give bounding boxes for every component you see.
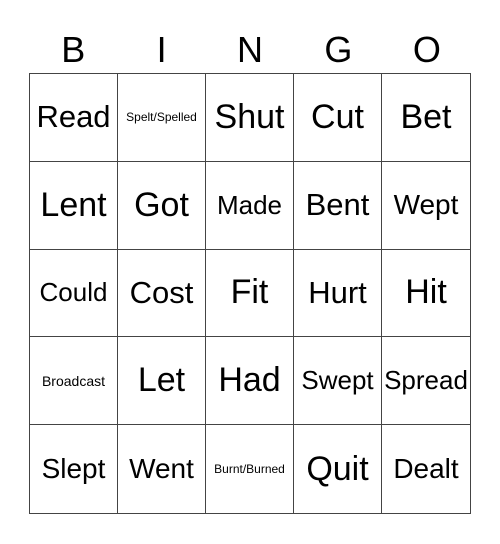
bingo-cell[interactable]: Made xyxy=(206,161,294,250)
bingo-cell[interactable]: Dealt xyxy=(382,425,470,513)
header-letter-o: O xyxy=(412,29,441,70)
bingo-cell[interactable]: Spread xyxy=(382,337,470,426)
bingo-cell[interactable]: Could xyxy=(30,249,118,338)
bingo-cell[interactable]: Hurt xyxy=(294,249,382,338)
bingo-cell[interactable]: Shut xyxy=(206,74,294,162)
bingo-cell[interactable]: Wept xyxy=(382,162,470,250)
header-letter-g: G xyxy=(324,29,353,70)
bingo-cell[interactable]: Bet xyxy=(382,74,470,162)
bingo-cell[interactable]: Had xyxy=(206,337,294,426)
bingo-cell[interactable]: Got xyxy=(118,161,206,250)
bingo-cell[interactable]: Slept xyxy=(30,425,118,513)
bingo-board: Read Spelt/Spelled Shut Cut Bet Lent Got… xyxy=(29,73,471,514)
bingo-cell[interactable]: Cost xyxy=(118,249,206,338)
bingo-cell[interactable]: Spelt/Spelled xyxy=(118,74,206,162)
bingo-cell[interactable]: Lent xyxy=(30,161,118,250)
header-letter-i: I xyxy=(156,29,167,70)
bingo-cell[interactable]: Swept xyxy=(294,337,382,426)
bingo-cell[interactable]: Read xyxy=(30,74,118,162)
bingo-cell[interactable]: Hit xyxy=(382,250,470,338)
bingo-header: B I N G O xyxy=(29,26,471,74)
bingo-cell[interactable]: Cut xyxy=(294,74,382,162)
bingo-cell[interactable]: Went xyxy=(118,425,206,513)
header-letter-n: N xyxy=(237,29,264,70)
bingo-cell[interactable]: Fit xyxy=(206,249,294,338)
bingo-cell[interactable]: Broadcast xyxy=(30,337,118,426)
bingo-cell[interactable]: Quit xyxy=(294,425,382,513)
bingo-cell[interactable]: Burnt/Burned xyxy=(206,425,294,513)
bingo-cell[interactable]: Bent xyxy=(294,161,382,250)
header-letter-b: B xyxy=(61,29,86,70)
bingo-cell[interactable]: Let xyxy=(118,337,206,426)
